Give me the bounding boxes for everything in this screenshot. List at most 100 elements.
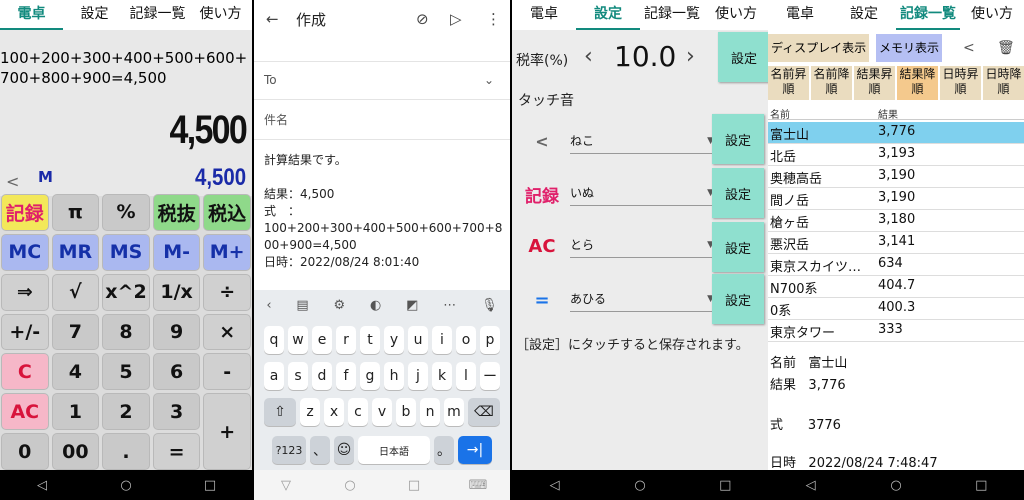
key[interactable]: p <box>480 326 500 354</box>
table-row[interactable]: 間ノ岳 3,190 <box>768 188 1024 210</box>
more-icon[interactable]: ⋮ <box>486 10 501 28</box>
key-comma[interactable]: 、 <box>310 436 330 464</box>
calc-key[interactable]: 4 <box>51 353 100 391</box>
trash-icon[interactable]: 🗑 <box>994 34 1018 62</box>
home-icon[interactable]: ○ <box>106 478 146 493</box>
memory-view-button[interactable]: メモリ表示 <box>876 34 943 62</box>
key[interactable]: d <box>312 362 332 390</box>
calc-key[interactable]: C <box>1 353 49 391</box>
key[interactable]: g <box>360 362 380 390</box>
calc-key[interactable]: 5 <box>102 353 150 391</box>
calc-key[interactable]: +/- <box>1 313 49 351</box>
back-icon[interactable]: ◁ <box>791 478 831 493</box>
calc-key[interactable]: MS <box>102 233 150 271</box>
tab-settings[interactable]: 設定 <box>63 0 126 30</box>
calc-key[interactable]: 7 <box>51 313 100 351</box>
key[interactable]: x <box>324 398 344 426</box>
calc-key[interactable]: ÷ <box>203 273 251 311</box>
calc-key[interactable]: 1/x <box>152 273 201 311</box>
tax-set-button[interactable]: 設定 <box>718 32 768 82</box>
resize-icon[interactable]: ◩ <box>406 298 418 313</box>
chevron-right-icon[interactable]: › <box>686 44 695 69</box>
calc-key[interactable]: % <box>102 194 150 231</box>
sound-set-button[interactable]: 設定 <box>712 114 764 164</box>
sort-date-asc[interactable]: 日時昇順 <box>940 66 981 100</box>
calc-key[interactable]: 2 <box>102 393 150 431</box>
table-row[interactable]: N700系 404.7 <box>768 276 1024 298</box>
calc-key[interactable]: 00 <box>51 433 100 470</box>
calc-key[interactable]: × <box>203 313 251 351</box>
back-icon[interactable]: ◁ <box>535 478 575 493</box>
calc-key[interactable]: = <box>152 433 201 470</box>
table-row[interactable]: 奥穂高岳 3,190 <box>768 166 1024 188</box>
key[interactable]: s <box>288 362 308 390</box>
gear-icon[interactable]: ⚙ <box>334 298 346 313</box>
key[interactable]: e <box>312 326 332 354</box>
tab-usage[interactable]: 使い方 <box>960 0 1024 30</box>
send-icon[interactable]: ▷ <box>450 10 462 28</box>
enter-icon[interactable]: →| <box>458 436 492 464</box>
table-row[interactable]: 0系 400.3 <box>768 298 1024 320</box>
calc-key[interactable]: M+ <box>203 233 251 271</box>
calc-key[interactable]: 0 <box>1 433 49 470</box>
keyboard-icon[interactable]: ⌨ <box>458 478 498 493</box>
key[interactable]: a <box>264 362 284 390</box>
calc-key[interactable]: 税抜 <box>152 194 201 231</box>
calc-key[interactable]: 8 <box>102 313 150 351</box>
calc-key[interactable]: - <box>203 353 251 391</box>
calc-key[interactable]: AC <box>1 393 49 431</box>
calc-key[interactable]: 1 <box>51 393 100 431</box>
sound-select-record[interactable]: いぬ ▼ <box>570 182 716 206</box>
sort-result-asc[interactable]: 結果昇順 <box>854 66 895 100</box>
key[interactable]: k <box>432 362 452 390</box>
sound-set-button[interactable]: 設定 <box>712 274 764 324</box>
sound-set-button[interactable]: 設定 <box>712 168 764 218</box>
calc-key[interactable]: 9 <box>152 313 201 351</box>
calc-key[interactable]: √ <box>51 273 100 311</box>
calc-key[interactable]: . <box>102 433 150 470</box>
display-view-button[interactable]: ディスプレイ表示 <box>768 34 870 62</box>
key[interactable]: i <box>432 326 452 354</box>
calc-key[interactable]: 6 <box>152 353 201 391</box>
backspace-icon[interactable]: ⌫ <box>468 398 500 426</box>
sort-date-desc[interactable]: 日時降順 <box>983 66 1024 100</box>
sort-result-desc[interactable]: 結果降順 <box>897 66 938 100</box>
calc-key[interactable]: x^2 <box>102 273 150 311</box>
tab-settings[interactable]: 設定 <box>576 0 640 30</box>
calc-key[interactable]: 税込 <box>203 194 251 231</box>
chevron-left-icon[interactable]: ‹ <box>584 44 593 69</box>
tab-settings[interactable]: 設定 <box>832 0 896 30</box>
table-row[interactable]: 東京スカイツ… 634 <box>768 254 1024 276</box>
email-body[interactable]: 計算結果です。 結果：4,500 式 ： 100+200+300+400+500… <box>264 152 508 271</box>
tab-calculator[interactable]: 電卓 <box>512 0 576 30</box>
home-icon[interactable]: ○ <box>620 478 660 493</box>
key[interactable]: v <box>372 398 392 426</box>
tab-calculator[interactable]: 電卓 <box>768 0 832 30</box>
key[interactable]: l <box>456 362 476 390</box>
key-period[interactable]: 。 <box>434 436 454 464</box>
calc-key[interactable]: + <box>203 393 251 470</box>
sort-name-asc[interactable]: 名前昇順 <box>768 66 809 100</box>
share-icon[interactable]: < <box>960 34 978 62</box>
calc-key[interactable]: ⇒ <box>1 273 49 311</box>
table-row[interactable]: 悪沢岳 3,141 <box>768 232 1024 254</box>
calc-key[interactable]: 記録 <box>1 194 49 231</box>
calc-key[interactable]: MC <box>1 233 49 271</box>
sound-select-ac[interactable]: とら ▼ <box>570 234 716 258</box>
tab-usage[interactable]: 使い方 <box>189 0 252 30</box>
key[interactable]: ー <box>480 362 500 390</box>
to-field[interactable]: To ⌄ <box>254 62 510 100</box>
home-icon[interactable]: ○ <box>330 478 370 493</box>
back-arrow-icon[interactable]: ← <box>266 10 279 28</box>
recent-apps-icon[interactable]: □ <box>705 478 745 493</box>
collapse-icon[interactable]: ‹ <box>266 298 271 313</box>
key[interactable]: t <box>360 326 380 354</box>
sound-select-equals[interactable]: あひる ▼ <box>570 288 716 312</box>
collapse-keyboard-icon[interactable]: ▽ <box>266 478 306 493</box>
tab-history[interactable]: 記録一覧 <box>126 0 189 30</box>
recent-apps-icon[interactable]: □ <box>961 478 1001 493</box>
key-symbols[interactable]: ?123 <box>272 436 306 464</box>
back-icon[interactable]: ◁ <box>22 478 62 493</box>
table-row[interactable]: 槍ヶ岳 3,180 <box>768 210 1024 232</box>
clipboard-icon[interactable]: ▤ <box>296 298 308 313</box>
